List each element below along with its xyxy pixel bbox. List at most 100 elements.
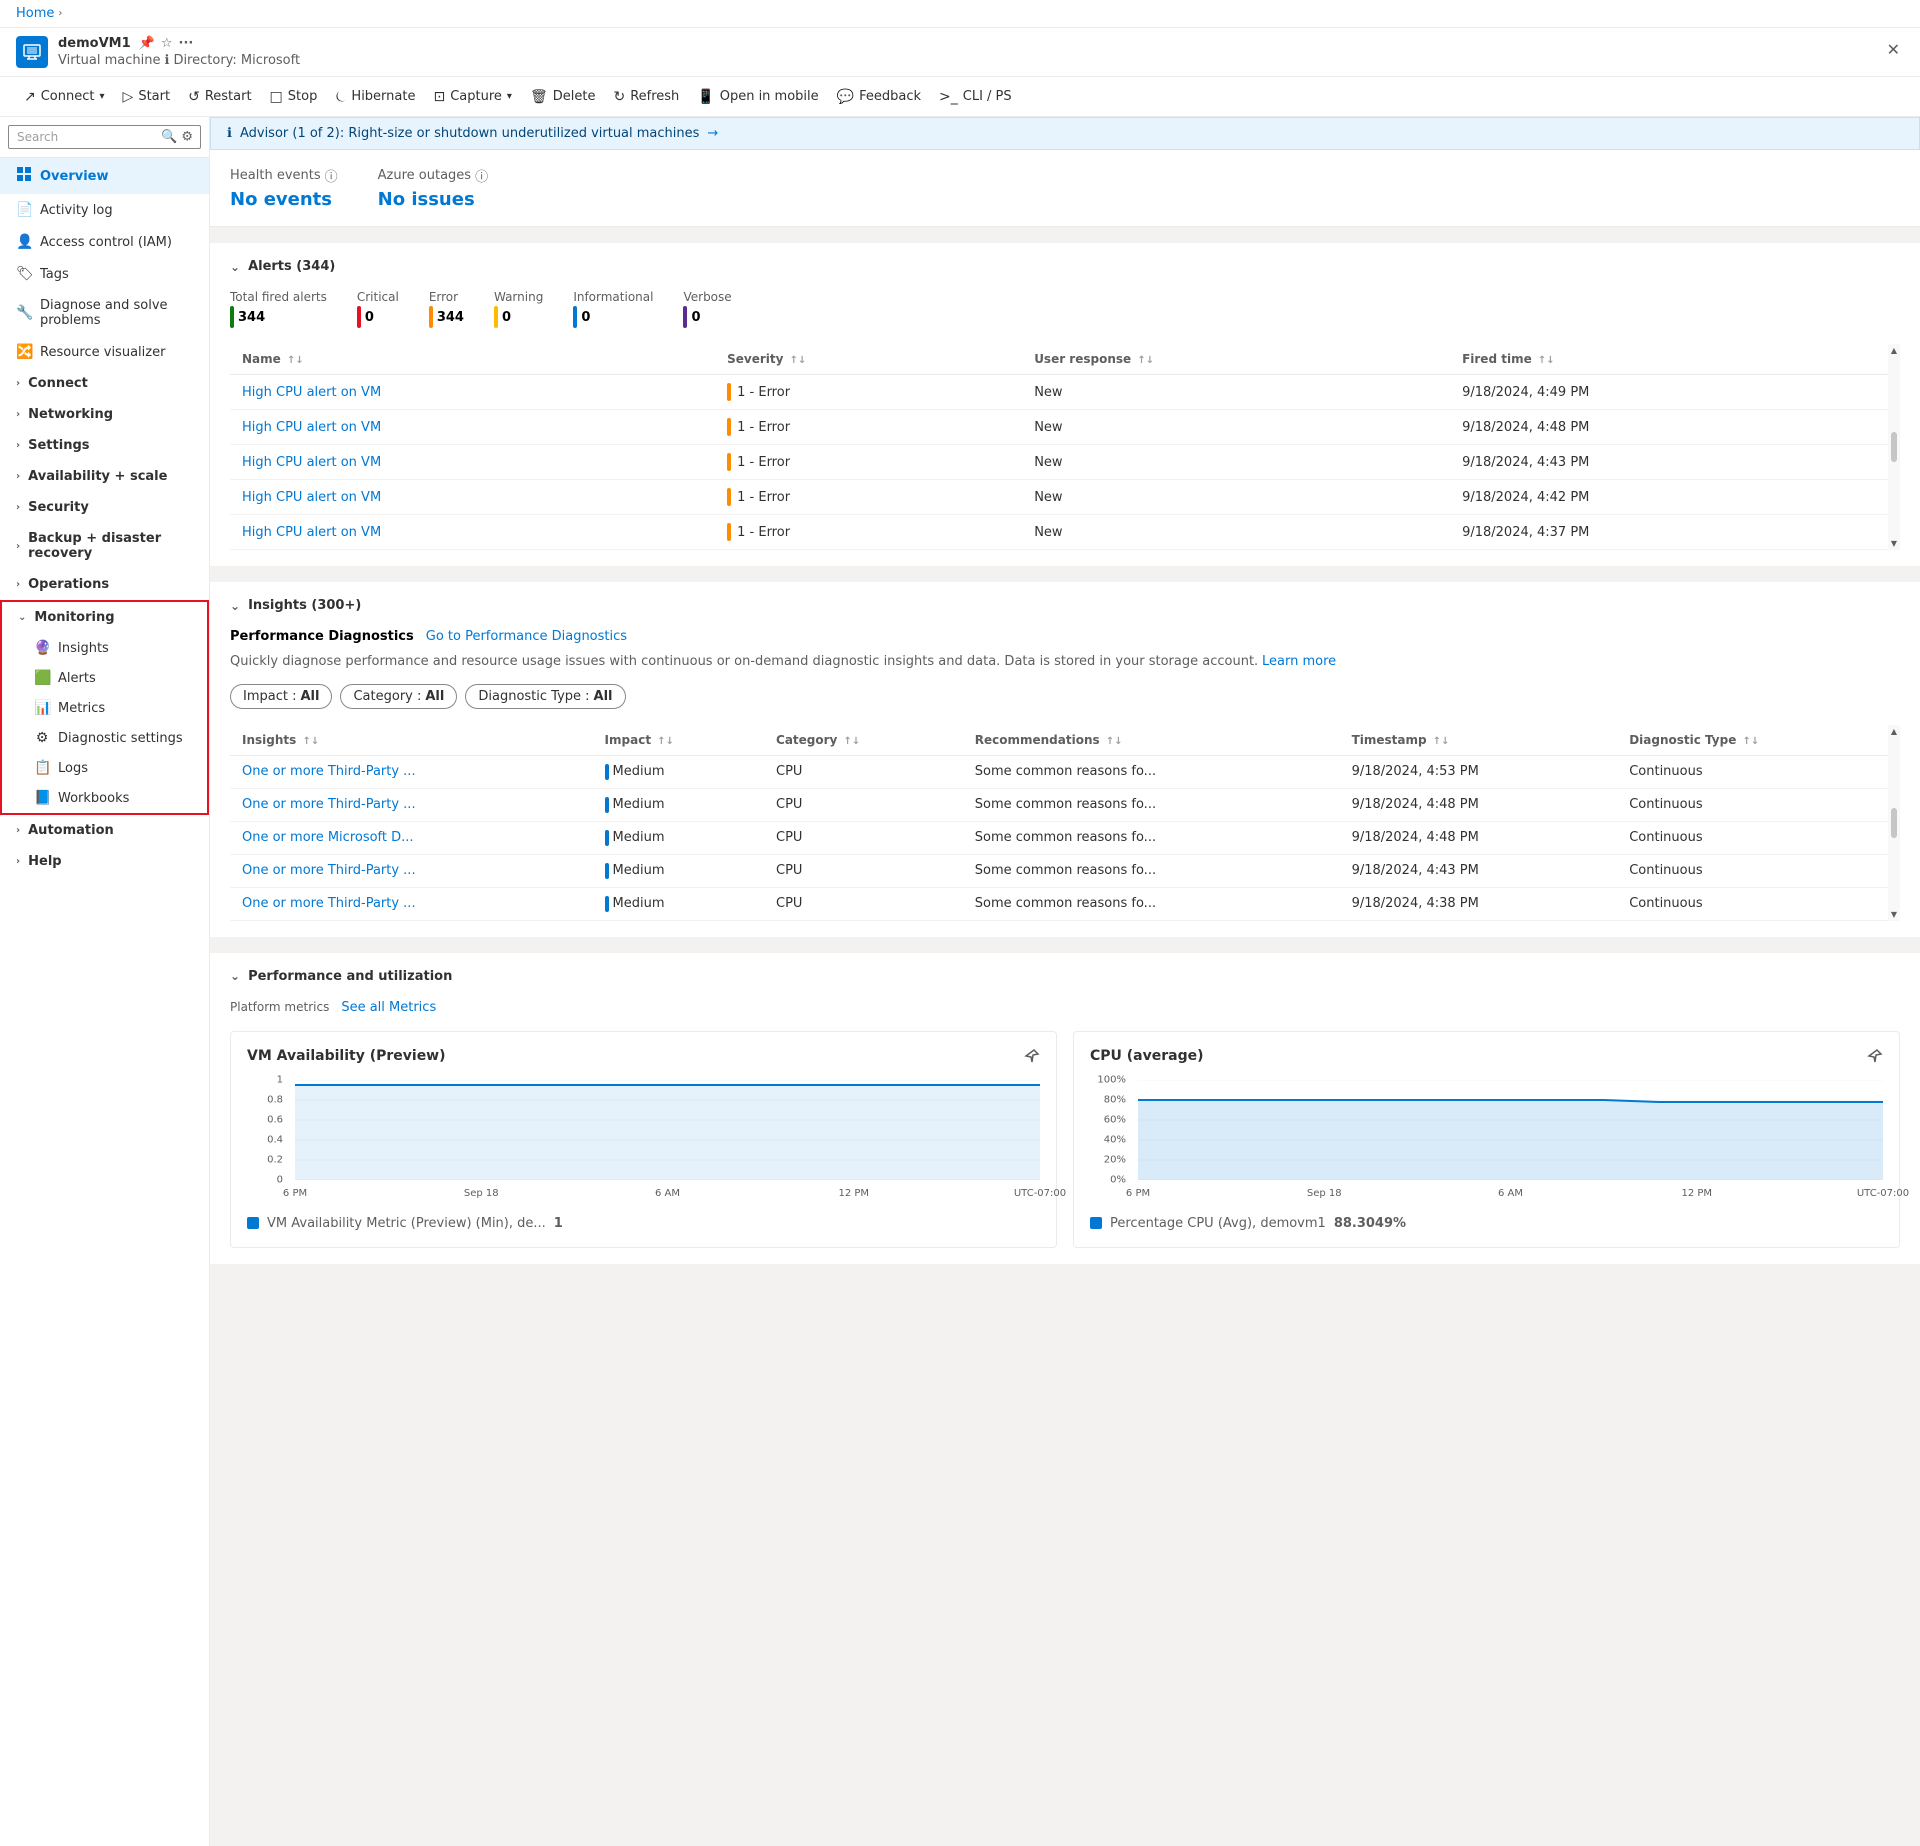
advisor-link[interactable]: → bbox=[707, 126, 718, 141]
impact-bar bbox=[605, 764, 609, 780]
sidebar-item-tags[interactable]: 🏷 Tags bbox=[0, 258, 209, 290]
sidebar-item-activity-log[interactable]: 📄 Activity log bbox=[0, 194, 209, 226]
alerts-table-header[interactable]: User response ↑↓ bbox=[1022, 344, 1450, 375]
chart-pin-button[interactable] bbox=[1024, 1048, 1040, 1068]
pin-icon[interactable]: 📌 bbox=[139, 36, 155, 51]
alert-time-cell: 9/18/2024, 4:43 PM bbox=[1450, 445, 1900, 480]
insight-name-link[interactable]: One or more Third-Party ... bbox=[242, 797, 416, 812]
insights-section-header[interactable]: ⌄ Insights (300+) bbox=[230, 598, 1900, 613]
chart-pin-button[interactable] bbox=[1867, 1048, 1883, 1068]
insights-table-header[interactable]: Timestamp ↑↓ bbox=[1340, 725, 1618, 756]
sidebar-group-connect[interactable]: › Connect bbox=[0, 368, 209, 399]
cli-ps-button[interactable]: >_ CLI / PS bbox=[931, 81, 1020, 113]
insight-name-link[interactable]: One or more Third-Party ... bbox=[242, 896, 416, 911]
alert-name-link[interactable]: High CPU alert on VM bbox=[242, 490, 381, 505]
learn-more-link[interactable]: Learn more bbox=[1262, 654, 1336, 669]
alert-name-link[interactable]: High CPU alert on VM bbox=[242, 455, 381, 470]
insights-table-header[interactable]: Diagnostic Type ↑↓ bbox=[1617, 725, 1900, 756]
overview-icon bbox=[16, 166, 32, 186]
alert-time-cell: 9/18/2024, 4:48 PM bbox=[1450, 410, 1900, 445]
insights-filter-chip[interactable]: Impact : All bbox=[230, 684, 332, 709]
x-axis-label: 6 PM bbox=[1126, 1188, 1150, 1199]
insights-filter-chip[interactable]: Diagnostic Type : All bbox=[465, 684, 625, 709]
alerts-scrollbar[interactable]: ▲ ▼ bbox=[1888, 344, 1900, 550]
performance-section-header[interactable]: ⌄ Performance and utilization bbox=[230, 969, 1900, 984]
y-axis-label: 100% bbox=[1097, 1074, 1126, 1085]
sidebar-item-resource-visualizer[interactable]: 🔀 Resource visualizer bbox=[0, 336, 209, 368]
star-icon[interactable]: ☆ bbox=[161, 36, 173, 51]
scroll-up-arrow[interactable]: ▲ bbox=[1891, 346, 1897, 355]
alert-stat-bar bbox=[683, 306, 687, 328]
alert-severity-cell: 1 - Error bbox=[715, 515, 1022, 550]
alert-name-link[interactable]: High CPU alert on VM bbox=[242, 385, 381, 400]
filter-icon[interactable]: ⚙ bbox=[181, 130, 193, 145]
hibernate-button[interactable]: ⏾ Hibernate bbox=[327, 81, 423, 113]
platform-metrics-label: Platform metrics bbox=[230, 1000, 329, 1014]
capture-icon: ⊡ bbox=[433, 89, 445, 105]
sidebar-group-monitoring[interactable]: ⌄ Monitoring bbox=[2, 602, 207, 633]
start-button[interactable]: ▷ Start bbox=[115, 81, 179, 113]
insights-scroll-down-arrow[interactable]: ▼ bbox=[1891, 910, 1897, 919]
feedback-button[interactable]: 💬 Feedback bbox=[829, 81, 929, 113]
sidebar-item-diagnose[interactable]: 🔧 Diagnose and solve problems bbox=[0, 290, 209, 336]
severity-dot bbox=[727, 418, 731, 436]
scroll-down-arrow[interactable]: ▼ bbox=[1891, 539, 1897, 548]
sidebar-item-metrics[interactable]: 📊Metrics bbox=[2, 693, 207, 723]
chart-card-cpu_average: CPU (average) 100%80%60%40%20%0% 6 PMSep… bbox=[1073, 1031, 1900, 1248]
sidebar-group-backup[interactable]: › Backup + disaster recovery bbox=[0, 523, 209, 569]
sidebar-item-diagnostic_settings[interactable]: ⚙Diagnostic settings bbox=[2, 723, 207, 753]
sidebar-group-networking[interactable]: › Networking bbox=[0, 399, 209, 430]
sidebar-item-access-control[interactable]: 👤 Access control (IAM) bbox=[0, 226, 209, 258]
refresh-button[interactable]: ↻ Refresh bbox=[605, 81, 687, 113]
sidebar-group-availability[interactable]: › Availability + scale bbox=[0, 461, 209, 492]
see-all-metrics-link[interactable]: See all Metrics bbox=[341, 1000, 436, 1015]
sidebar-group-automation[interactable]: › Automation bbox=[0, 815, 209, 846]
insight-category-cell: CPU bbox=[764, 788, 963, 821]
sidebar-item-workbooks[interactable]: 📘Workbooks bbox=[2, 783, 207, 813]
sidebar-item-alerts[interactable]: 🟩Alerts bbox=[2, 663, 207, 693]
insights-table-header[interactable]: Category ↑↓ bbox=[764, 725, 963, 756]
sidebar-item-overview[interactable]: Overview bbox=[0, 158, 209, 194]
insights-scroll-up-arrow[interactable]: ▲ bbox=[1891, 727, 1897, 736]
y-axis-label: 0.4 bbox=[267, 1134, 283, 1145]
perf-diag-link[interactable]: Go to Performance Diagnostics bbox=[426, 629, 627, 644]
insights-table-header[interactable]: Insights ↑↓ bbox=[230, 725, 593, 756]
insight-name-link[interactable]: One or more Third-Party ... bbox=[242, 863, 416, 878]
security-group-chevron: › bbox=[16, 502, 20, 513]
start-icon: ▷ bbox=[123, 89, 134, 105]
insight-diagtype-cell: Continuous bbox=[1617, 788, 1900, 821]
sidebar-item-logs[interactable]: 📋Logs bbox=[2, 753, 207, 783]
sidebar-group-operations[interactable]: › Operations bbox=[0, 569, 209, 600]
sidebar-item-insights[interactable]: 🔮Insights bbox=[2, 633, 207, 663]
insights-table-header[interactable]: Impact ↑↓ bbox=[593, 725, 764, 756]
diagnose-icon: 🔧 bbox=[16, 305, 32, 321]
stop-button[interactable]: □ Stop bbox=[262, 81, 326, 113]
table-row: One or more Third-Party ... Medium CPU S… bbox=[230, 788, 1900, 821]
alert-name-link[interactable]: High CPU alert on VM bbox=[242, 525, 381, 540]
insights-table-header[interactable]: Recommendations ↑↓ bbox=[963, 725, 1340, 756]
breadcrumb-home[interactable]: Home bbox=[16, 6, 54, 21]
restart-button[interactable]: ↺ Restart bbox=[180, 81, 259, 113]
insights-scrollbar[interactable]: ▲ ▼ bbox=[1888, 725, 1900, 921]
delete-button[interactable]: 🗑 Delete bbox=[522, 81, 604, 113]
sidebar-group-settings[interactable]: › Settings bbox=[0, 430, 209, 461]
ellipsis-icon[interactable]: ··· bbox=[179, 36, 194, 51]
capture-button[interactable]: ⊡ Capture ▾ bbox=[425, 81, 519, 113]
alerts-table-header[interactable]: Name ↑↓ bbox=[230, 344, 715, 375]
sidebar-group-help[interactable]: › Help bbox=[0, 846, 209, 877]
insights-filter-chip[interactable]: Category : All bbox=[340, 684, 457, 709]
connect-button[interactable]: ↗ Connect ▾ bbox=[16, 81, 113, 113]
alerts-section-header[interactable]: ⌄ Alerts (344) bbox=[230, 259, 1900, 274]
table-row: High CPU alert on VM 1 - Error New 9/18/… bbox=[230, 480, 1900, 515]
insight-name-link[interactable]: One or more Third-Party ... bbox=[242, 764, 416, 779]
x-axis-label: Sep 18 bbox=[464, 1188, 499, 1199]
table-row: High CPU alert on VM 1 - Error New 9/18/… bbox=[230, 445, 1900, 480]
alerts-table-header[interactable]: Severity ↑↓ bbox=[715, 344, 1022, 375]
insight-name-link[interactable]: One or more Microsoft D... bbox=[242, 830, 414, 845]
sidebar-group-security[interactable]: › Security bbox=[0, 492, 209, 523]
open-mobile-button[interactable]: 📱 Open in mobile bbox=[689, 81, 826, 113]
alerts-table-header[interactable]: Fired time ↑↓ bbox=[1450, 344, 1900, 375]
access-control-icon: 👤 bbox=[16, 234, 32, 250]
close-button[interactable]: ✕ bbox=[1883, 36, 1904, 63]
alert-name-link[interactable]: High CPU alert on VM bbox=[242, 420, 381, 435]
